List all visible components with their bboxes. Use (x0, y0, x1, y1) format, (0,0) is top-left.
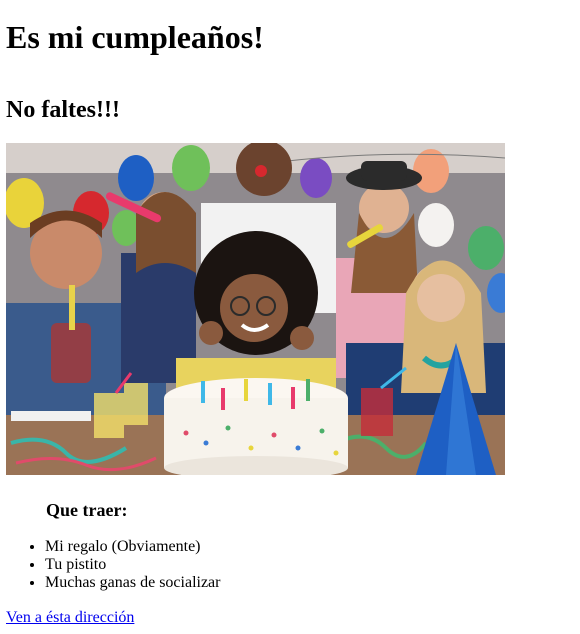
page-subtitle: No faltes!!! (6, 97, 120, 123)
party-photo (6, 143, 505, 475)
list-item: Tu pistito (45, 556, 220, 574)
page: Es mi cumpleaños! No faltes!!! Que traer… (0, 19, 580, 626)
list-item: Mi regalo (Obviamente) (45, 538, 220, 556)
address-link[interactable]: Ven a ésta dirección (6, 609, 134, 627)
page-title: Es mi cumpleaños! (6, 19, 264, 55)
bring-section-title: Que traer: (46, 500, 128, 520)
bring-list: Mi regalo (Obviamente) Tu pistito Muchas… (6, 538, 220, 592)
list-item: Muchas ganas de socializar (45, 574, 220, 592)
